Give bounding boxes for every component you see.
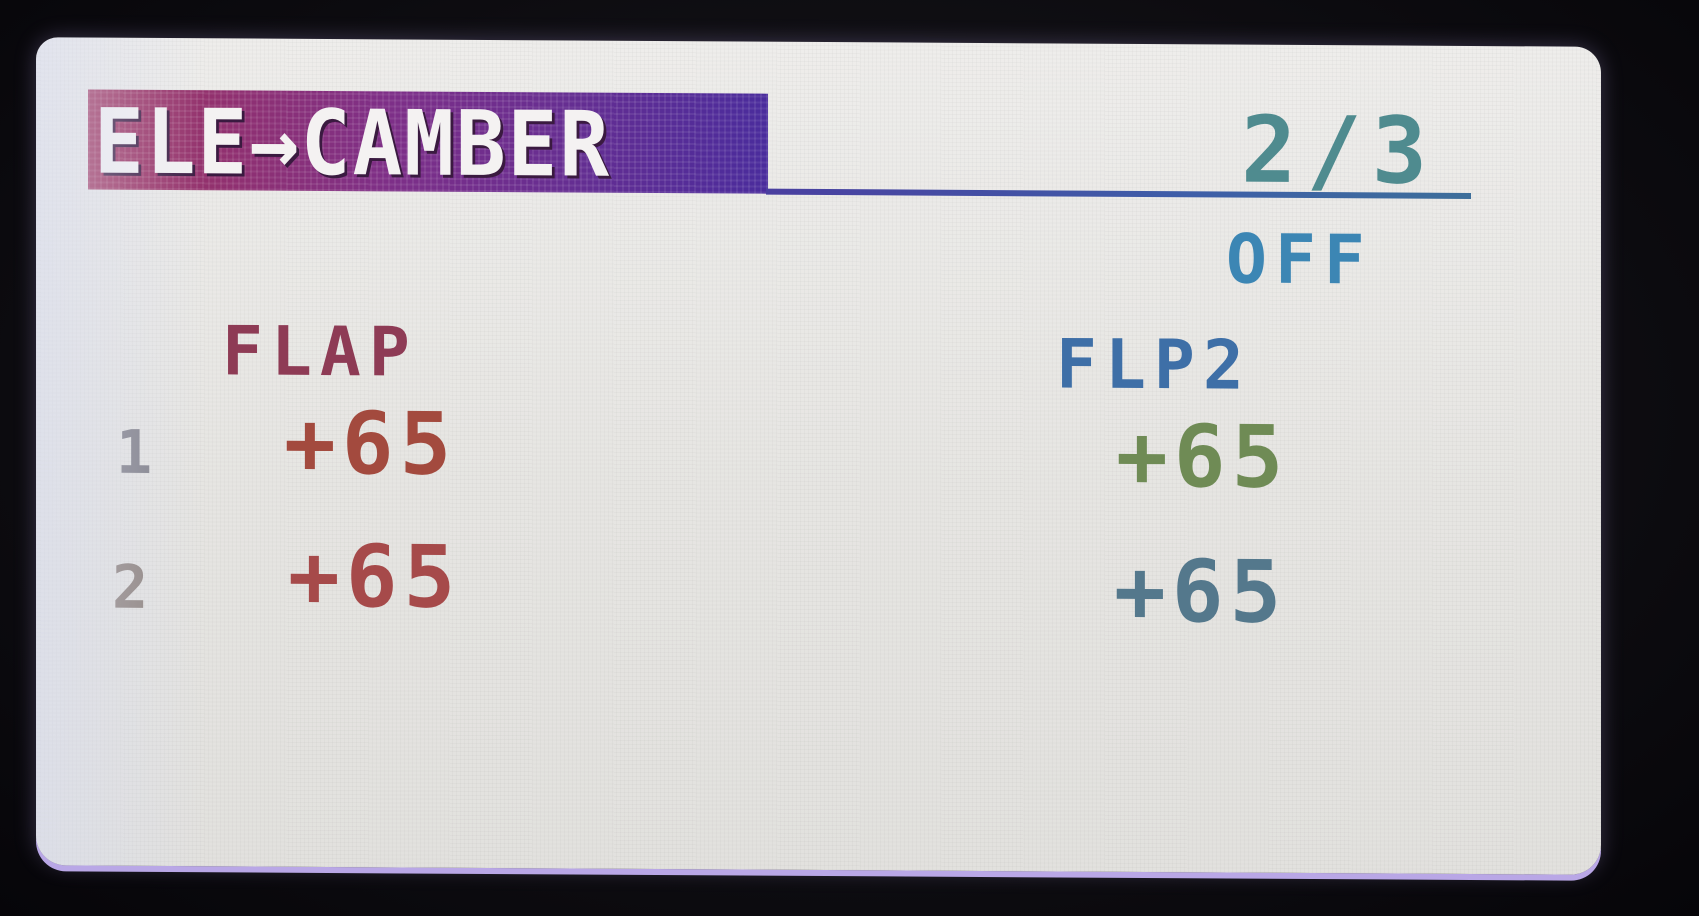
row-1-label: 1 — [116, 417, 159, 488]
mix-status-toggle[interactable]: OFF — [1226, 220, 1373, 300]
row-1-flap-value[interactable]: +65 — [284, 394, 457, 495]
column-header-flp2: FLP2 — [1056, 325, 1252, 406]
row-2-flap-value[interactable]: +65 — [288, 527, 461, 628]
row-2-label: 2 — [112, 552, 155, 623]
row-2-flp2-value[interactable]: +65 — [1114, 542, 1287, 643]
column-header-flap: FLAP — [222, 312, 418, 393]
row-1-flp2-value[interactable]: +65 — [1116, 407, 1289, 508]
lcd-screen: ELE→CAMBER 2/3 OFF FLAP FLP2 1 +65 +65 2… — [36, 37, 1601, 875]
page-indicator: 2/3 — [1241, 96, 1438, 205]
screen-title: ELE→CAMBER — [94, 89, 611, 198]
